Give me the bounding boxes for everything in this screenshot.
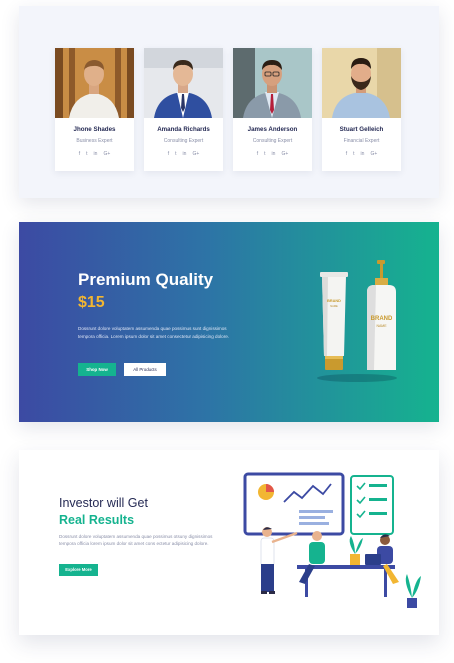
member-name: Jhone Shades [73, 126, 116, 133]
promo-banner: Premium Quality $15 Dossrunt dolore volu… [19, 222, 439, 422]
linkedin-icon[interactable]: in [183, 151, 187, 157]
google-plus-icon[interactable]: G+ [370, 151, 377, 157]
member-name: Amanda Richards [157, 126, 210, 133]
team-section: Jhone Shades Business Expert f t in G+ A… [19, 6, 439, 198]
team-card[interactable]: Stuart Gelleich Financial Expert f t in … [322, 48, 401, 171]
google-plus-icon[interactable]: G+ [192, 151, 199, 157]
twitter-icon[interactable]: t [175, 151, 176, 157]
brand-label: BRAND [371, 316, 393, 322]
team-card[interactable]: Jhone Shades Business Expert f t in G+ [55, 48, 134, 171]
twitter-icon[interactable]: t [264, 151, 265, 157]
investor-description: Dossrunt dolore voluptatem assumenda qua… [59, 534, 213, 547]
facebook-icon[interactable]: f [346, 151, 347, 157]
member-role: Business Expert [76, 138, 113, 144]
social-links: f t in G+ [322, 151, 401, 157]
member-role: Consulting Expert [252, 138, 293, 144]
google-plus-icon[interactable]: G+ [281, 151, 288, 157]
investor-heading: Investor will Get [59, 496, 148, 510]
team-card[interactable]: Amanda Richards Consulting Expert f t in… [144, 48, 223, 171]
shop-now-button[interactable]: Shop Now [78, 363, 116, 376]
product-image: BRAND NAME BRAND NAME [312, 260, 412, 390]
facebook-icon[interactable]: f [257, 151, 258, 157]
team-card[interactable]: James Anderson Consulting Expert f t in … [233, 48, 312, 171]
business-illustration [239, 470, 424, 625]
google-plus-icon[interactable]: G+ [103, 151, 110, 157]
linkedin-icon[interactable]: in [272, 151, 276, 157]
member-name: James Anderson [247, 126, 298, 133]
investor-subheading: Real Results [59, 513, 135, 527]
twitter-icon[interactable]: t [353, 151, 354, 157]
member-photo [55, 48, 134, 118]
member-role: Financial Expert [343, 138, 380, 144]
brand-sub-label: NAME [376, 324, 387, 328]
social-links: f t in G+ [144, 151, 223, 157]
promo-price: $15 [78, 294, 105, 311]
tube-brand-sub-label: NAME [330, 304, 338, 308]
social-links: f t in G+ [55, 151, 134, 157]
member-role: Consulting Expert [163, 138, 204, 144]
team-members: Jhone Shades Business Expert f t in G+ A… [55, 48, 401, 171]
explore-more-button[interactable]: Explore More [59, 564, 98, 576]
twitter-icon[interactable]: t [86, 151, 87, 157]
investor-section: Investor will Get Real Results Dossrunt … [19, 450, 439, 635]
facebook-icon[interactable]: f [168, 151, 169, 157]
member-name: Stuart Gelleich [339, 126, 384, 133]
linkedin-icon[interactable]: in [361, 151, 365, 157]
member-photo [144, 48, 223, 118]
all-products-button[interactable]: All Products [124, 363, 166, 376]
linkedin-icon[interactable]: in [94, 151, 98, 157]
tube-brand-label: BRAND [327, 299, 341, 303]
social-links: f t in G+ [233, 151, 312, 157]
promo-description: Dossrunt dolore voluptatem assumenda qua… [78, 326, 230, 339]
member-photo [322, 48, 401, 118]
promo-title: Premium Quality [78, 270, 214, 289]
facebook-icon[interactable]: f [79, 151, 80, 157]
member-photo [233, 48, 312, 118]
